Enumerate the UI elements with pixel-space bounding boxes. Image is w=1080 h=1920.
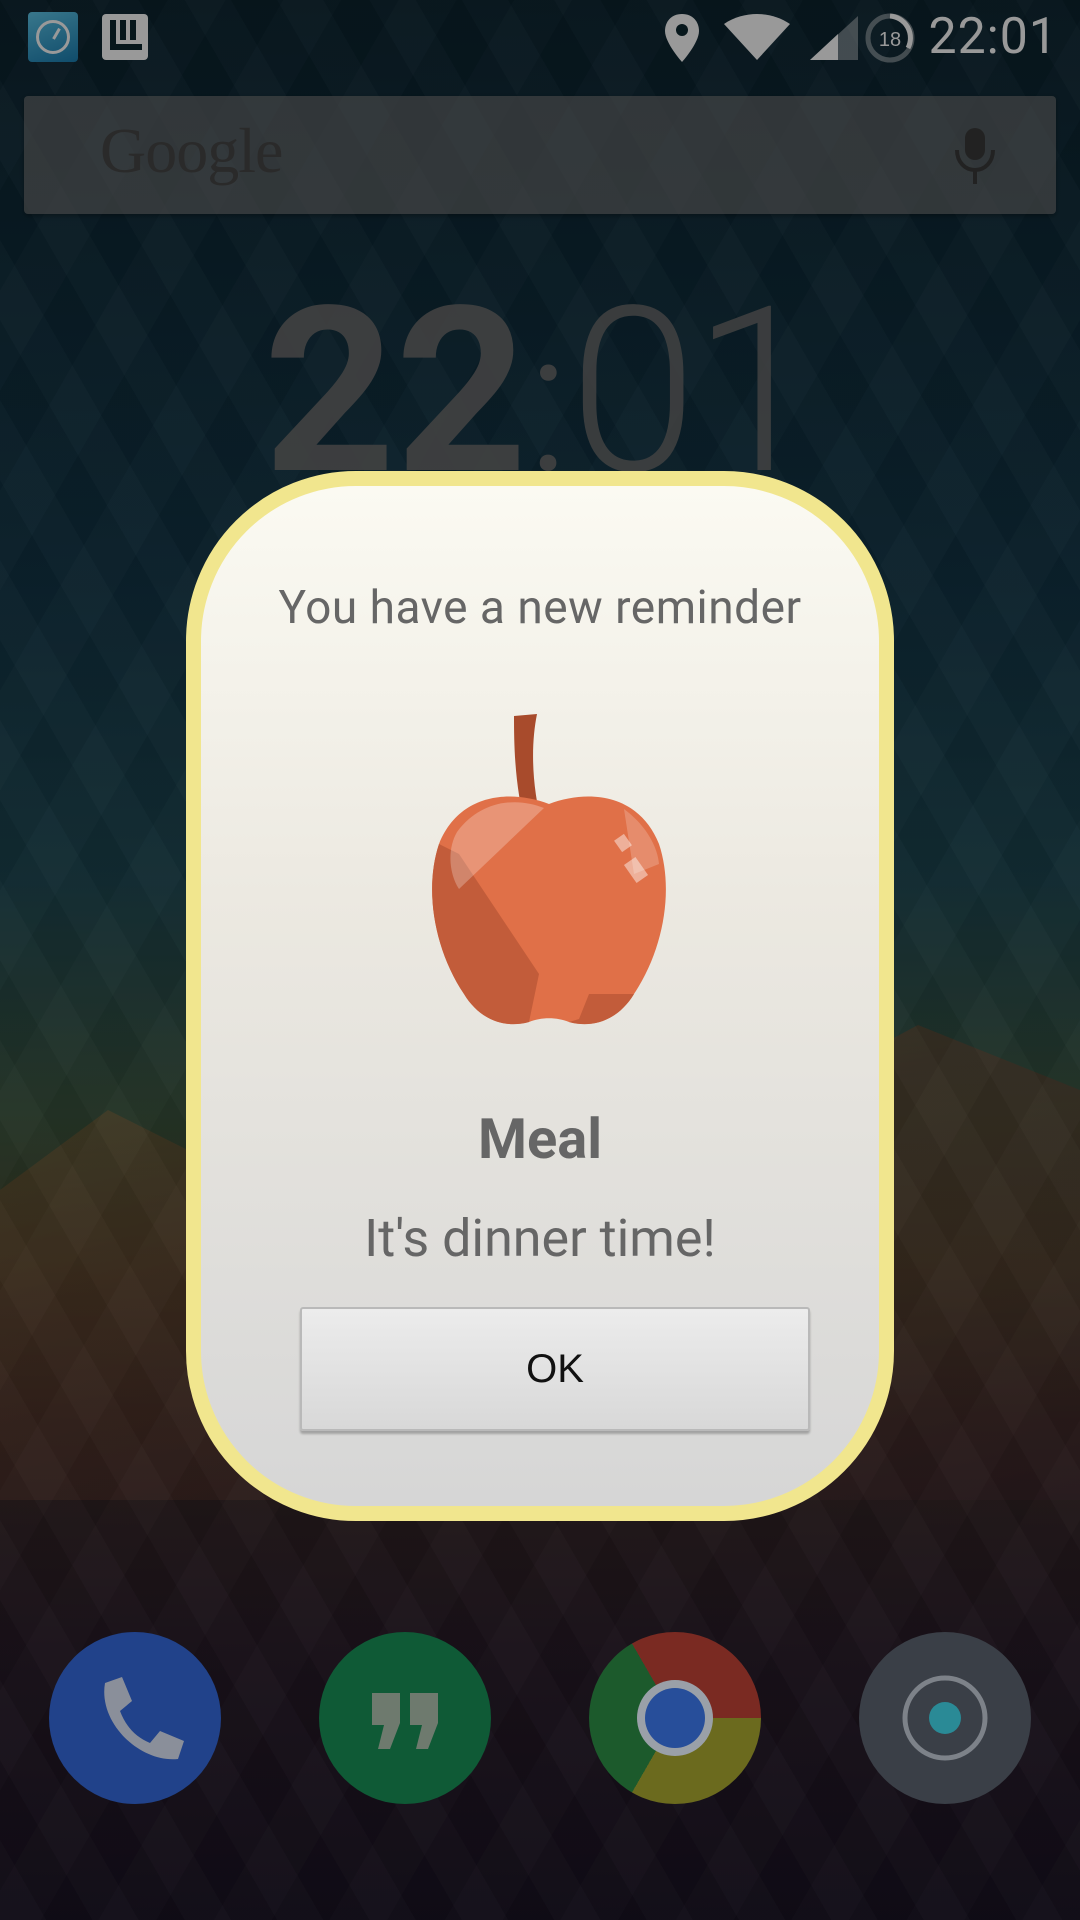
reminder-dialog: You have a new reminder Meal It's dinner…: [186, 471, 894, 1521]
phone-icon: [104, 1677, 184, 1760]
ok-button[interactable]: OK: [300, 1307, 810, 1431]
phone-app-icon[interactable]: [49, 1632, 221, 1804]
reminder-message: It's dinner time!: [364, 1208, 716, 1269]
camera-icon: [902, 1675, 988, 1761]
reminder-name: Meal: [477, 1106, 603, 1172]
apple-icon: [432, 714, 666, 1025]
dialog-title: You have a new reminder: [278, 581, 802, 635]
hangouts-app-icon[interactable]: [319, 1632, 491, 1804]
hangouts-quote-icon: [372, 1693, 438, 1749]
chrome-app-icon[interactable]: [589, 1632, 761, 1804]
camera-app-icon[interactable]: [859, 1632, 1031, 1804]
chrome-icon: [637, 1680, 713, 1756]
